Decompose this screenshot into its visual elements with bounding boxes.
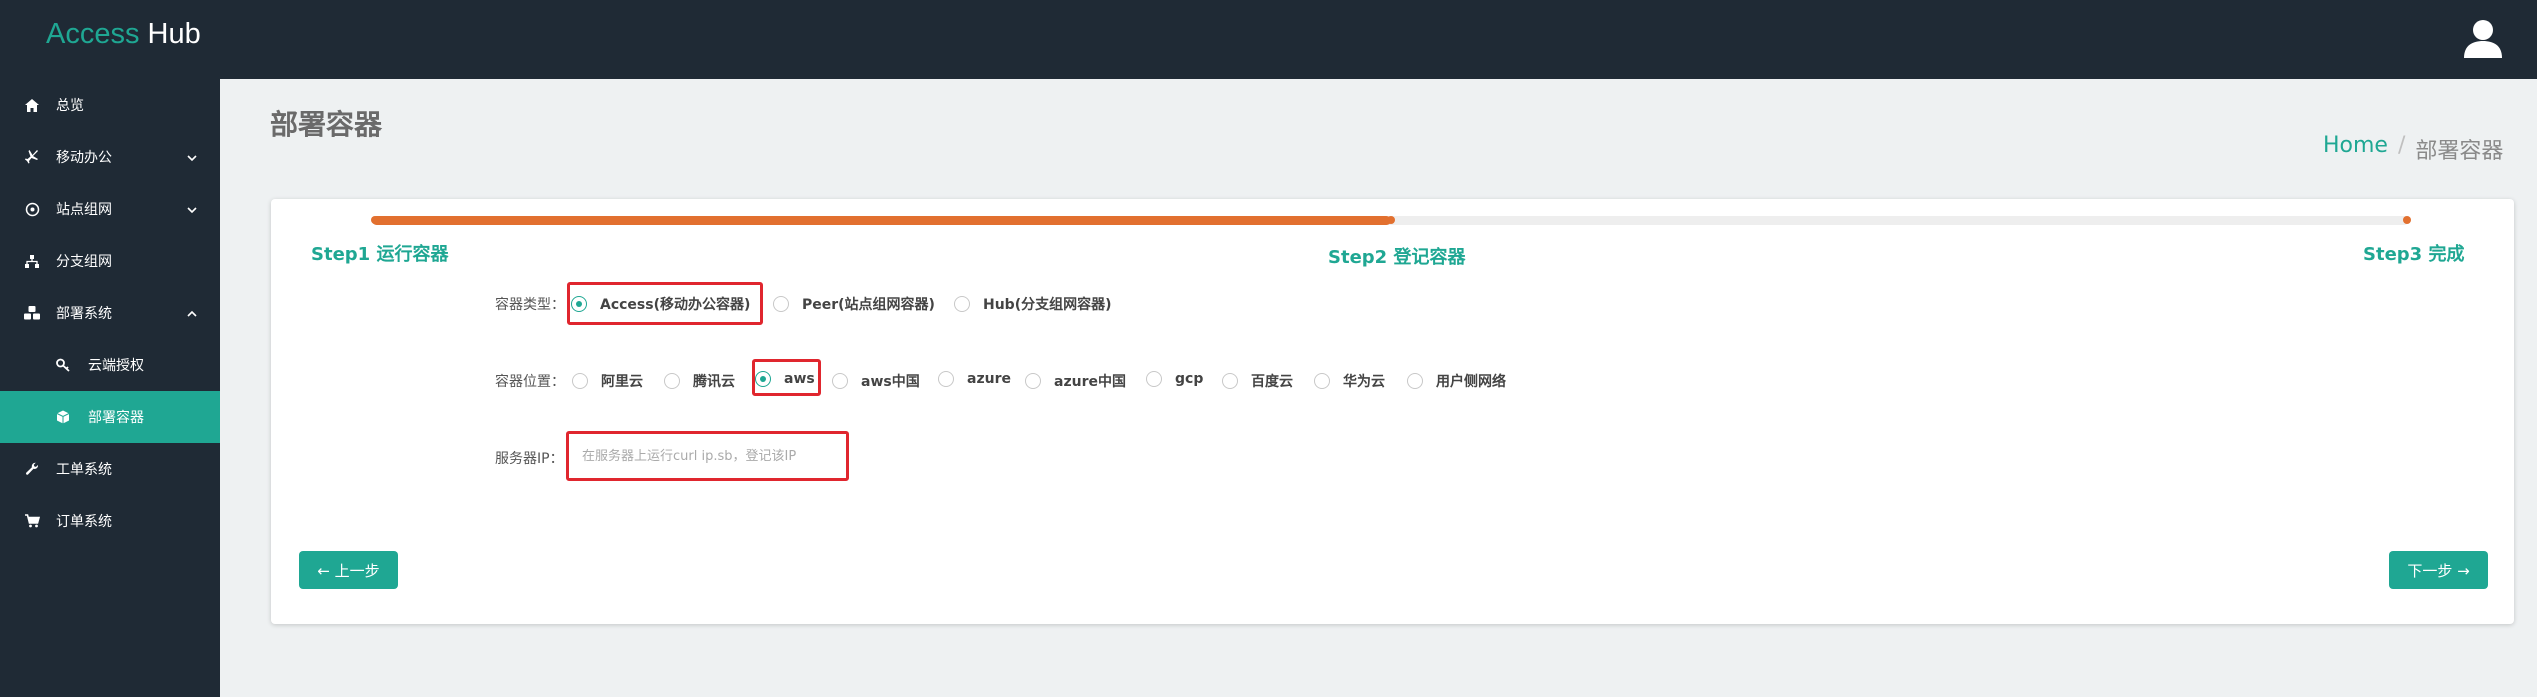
sidebar-item-deploy-container[interactable]: 部署容器 (0, 391, 220, 443)
logo-text-hub: Hub (147, 18, 201, 50)
step1-marker (371, 216, 379, 224)
radio-label: 用户侧网络 (1436, 374, 1506, 390)
cart-icon (24, 513, 40, 529)
step2-marker (1387, 216, 1395, 224)
radio-location-aliyun[interactable]: 阿里云 (572, 371, 643, 391)
app-logo[interactable]: Access Hub (46, 16, 201, 52)
radio-label: Hub(分支组网容器) (983, 297, 1112, 313)
sidebar-item-label: 站点组网 (56, 202, 112, 218)
radio-circle (1314, 373, 1330, 389)
cube-icon (55, 409, 71, 425)
sidebar-item-label: 工单系统 (56, 462, 112, 478)
radio-type-access[interactable]: Access(移动办公容器) (571, 294, 750, 314)
radio-label: Peer(站点组网容器) (802, 297, 935, 313)
sidebar-item-label: 订单系统 (56, 514, 112, 530)
chevron-down-icon (186, 203, 198, 215)
radio-label: 华为云 (1343, 374, 1385, 390)
wrench-icon (24, 461, 40, 477)
step3-marker (2403, 216, 2411, 224)
logo-text-access: Access (46, 18, 140, 50)
breadcrumb-current: 部署容器 (2415, 139, 2504, 164)
radio-location-baidu[interactable]: 百度云 (1222, 371, 1293, 391)
radio-circle (938, 371, 954, 387)
next-step-button[interactable]: 下一步 → (2389, 551, 2488, 589)
sidebar-item-cloud-license[interactable]: 云端授权 (0, 339, 220, 391)
home-icon (24, 97, 40, 113)
radio-circle (1222, 373, 1238, 389)
radio-location-tencent[interactable]: 腾讯云 (664, 371, 735, 391)
prev-step-button[interactable]: ← 上一步 (299, 551, 398, 589)
cubes-icon (24, 305, 40, 321)
sidebar-item-label: 移动办公 (56, 150, 112, 166)
sidebar-item-site-network[interactable]: 站点组网 (0, 183, 220, 235)
sidebar-item-ticket-system[interactable]: 工单系统 (0, 443, 220, 495)
breadcrumb-home-link[interactable]: Home (2323, 133, 2388, 165)
sidebar-item-label: 部署容器 (88, 410, 144, 426)
sidebar-item-order-system[interactable]: 订单系统 (0, 495, 220, 547)
radio-circle (664, 373, 680, 389)
server-ip-input[interactable] (570, 434, 845, 478)
sidebar-item-label: 部署系统 (56, 306, 112, 322)
plane-icon (24, 149, 40, 165)
radio-circle (832, 373, 848, 389)
radio-circle (954, 296, 970, 312)
radio-circle (572, 373, 588, 389)
radio-label: aws (784, 371, 815, 387)
radio-circle (773, 296, 789, 312)
sidebar-item-branch-network[interactable]: 分支组网 (0, 235, 220, 287)
radio-label: Access(移动办公容器) (600, 297, 751, 313)
radio-label: 腾讯云 (693, 374, 735, 390)
radio-label: azure中国 (1054, 374, 1126, 390)
step-progress-fill (372, 216, 1391, 225)
radio-circle (755, 371, 771, 387)
chevron-down-icon (186, 151, 198, 163)
sidebar-item-overview[interactable]: 总览 (0, 79, 220, 131)
radio-location-azure-china[interactable]: azure中国 (1025, 371, 1126, 391)
sidebar-item-label: 云端授权 (88, 358, 144, 374)
network-icon (24, 201, 40, 217)
radio-circle (1407, 373, 1423, 389)
radio-location-user-network[interactable]: 用户侧网络 (1407, 371, 1506, 391)
radio-location-aws[interactable]: aws (755, 371, 815, 387)
radio-label: gcp (1175, 371, 1204, 387)
user-avatar-icon[interactable] (2462, 17, 2504, 59)
radio-label: 百度云 (1251, 374, 1293, 390)
breadcrumb-separator: / (2397, 133, 2406, 158)
radio-location-gcp[interactable]: gcp (1146, 371, 1203, 387)
radio-type-peer[interactable]: Peer(站点组网容器) (773, 294, 935, 314)
sidebar-item-label: 总览 (56, 98, 84, 114)
sidebar-item-label: 分支组网 (56, 254, 112, 270)
radio-location-huawei[interactable]: 华为云 (1314, 371, 1385, 391)
top-bar: Access Hub (0, 0, 2537, 79)
sidebar-item-deploy-system[interactable]: 部署系统 (0, 287, 220, 339)
radio-circle (571, 296, 587, 312)
radio-location-azure[interactable]: azure (938, 371, 1011, 387)
sidebar-item-mobile-office[interactable]: 移动办公 (0, 131, 220, 183)
radio-label: azure (967, 371, 1011, 387)
radio-circle (1025, 373, 1041, 389)
sidebar: 总览 移动办公 站点组网 分支组网 部署系统 云端授权 部署容器 工单系统 订单… (0, 79, 220, 697)
step2-label: Step2 登记容器 (1328, 247, 1466, 268)
container-type-label: 容器类型： (495, 297, 565, 313)
page-title: 部署容器 (270, 108, 383, 141)
radio-circle (1146, 371, 1162, 387)
radio-label: 阿里云 (601, 374, 643, 390)
chevron-up-icon (186, 307, 198, 319)
radio-location-aws-china[interactable]: aws中国 (832, 371, 920, 391)
key-icon (55, 357, 71, 373)
step1-label: Step1 运行容器 (311, 244, 449, 265)
radio-label: aws中国 (861, 374, 920, 390)
container-location-label: 容器位置： (495, 374, 565, 390)
radio-type-hub[interactable]: Hub(分支组网容器) (954, 294, 1112, 314)
server-ip-label: 服务器IP： (495, 451, 564, 467)
step3-label: Step3 完成 (2363, 244, 2465, 265)
sitemap-icon (24, 253, 40, 269)
breadcrumb: Home / 部署容器 (2323, 133, 2503, 165)
